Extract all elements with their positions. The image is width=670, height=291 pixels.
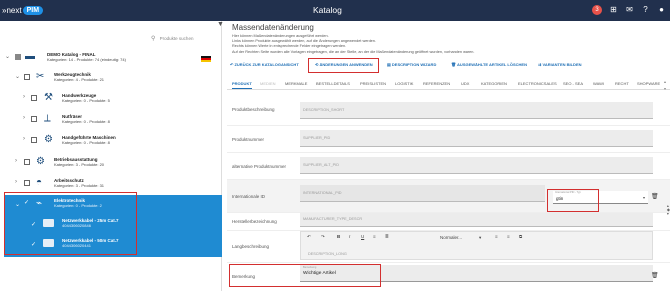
highlight-box: [308, 58, 379, 73]
chevron-right-icon[interactable]: ›: [23, 94, 25, 100]
manufacturer-input[interactable]: MANUFACTURER_TYPE_DESCR: [300, 213, 653, 227]
list-number-icon[interactable]: ≣: [385, 234, 389, 240]
tab-bestelldetails[interactable]: BESTELLDETAILS: [316, 81, 350, 86]
delete-selected-button[interactable]: 🗑 AUSGEWÄHLTE ARTIKEL LÖSCHEN: [451, 62, 527, 67]
long-description-editor[interactable]: ↶ ↷ B I U ≡ ≣ Normaler... ▾ ≡ ≡ ⧉ DESCRI…: [300, 231, 653, 260]
trash-icon[interactable]: 🗑: [651, 272, 659, 279]
tools-icon: ✂: [36, 71, 45, 82]
back-button[interactable]: ↶ ZURÜCK ZUR KATALOGANSICHT: [230, 62, 299, 67]
tab-referenzen[interactable]: REFERENZEN: [423, 81, 450, 86]
tab-bar: PRODUKT MEDIEN MERKMALE BESTELLDETAILS P…: [227, 80, 670, 90]
description-wizard-button[interactable]: ▤ DESCRIPTION WIZARD: [387, 62, 436, 67]
node-checkbox[interactable]: [31, 137, 37, 143]
user-icon[interactable]: ●: [657, 4, 666, 16]
highlight-box: [4, 192, 137, 255]
variants-button[interactable]: ⇉ VARIANTEN BILDEN: [538, 62, 582, 67]
field-row: Herstellerbezeichnung MANUFACTURER_TYPE_…: [227, 213, 670, 231]
node-checkbox[interactable]: [31, 95, 37, 101]
tab-seo-sea[interactable]: SEO - SEA: [563, 81, 583, 86]
chevron-down-icon[interactable]: ⌄: [5, 53, 10, 60]
help-icon[interactable]: ?: [641, 4, 650, 16]
mail-icon[interactable]: ✉: [625, 4, 634, 16]
action-bar: ↶ ZURÜCK ZUR KATALOGANSICHT ⟲ ÄNDERUNGEN…: [227, 62, 670, 71]
field-row: Internationale ID INTERNATIONAL_PID Inte…: [227, 180, 670, 213]
gears-icon: ⚙: [36, 156, 45, 167]
format-select[interactable]: Normaler...: [440, 235, 462, 240]
product-number-input[interactable]: SUPPLIER_PID: [300, 130, 653, 147]
field-row: Produktbeschreibung DESCRIPTION_SHORT: [227, 96, 670, 126]
list-bullet-icon[interactable]: ≡: [373, 234, 376, 239]
highlight-box: [547, 189, 599, 212]
drill-bit-icon: ⟂: [44, 113, 51, 124]
bold-icon[interactable]: B: [337, 234, 340, 239]
top-bar: »next PIM Katalog 3 ⊞ ✉ ? ●: [0, 0, 670, 21]
dropdown-arrow-icon: ▾: [479, 235, 482, 240]
underline-icon[interactable]: U: [361, 234, 364, 239]
align-icon[interactable]: ≡: [495, 234, 498, 239]
tab-wawi[interactable]: WAWI: [593, 81, 604, 86]
tab-medien[interactable]: MEDIEN: [260, 81, 276, 86]
info-text: Hier können Maßendatenänderungen ausgefü…: [232, 34, 475, 54]
node-checkbox[interactable]: [31, 116, 37, 122]
app-title: Katalog: [313, 5, 342, 15]
node-checkbox[interactable]: [24, 159, 30, 165]
product-search[interactable]: ⚲ Produkte suchen: [151, 35, 193, 42]
chevron-right-icon[interactable]: ›: [23, 115, 25, 121]
tab-logistik[interactable]: LOGISTIK: [395, 81, 413, 86]
undo-icon[interactable]: ↶: [307, 234, 311, 240]
mass-edit-panel: Massendatenänderung Hier können Maßendat…: [227, 21, 670, 291]
tab-kategorien[interactable]: KATEGORIEN: [481, 81, 507, 86]
german-flag-icon[interactable]: [201, 56, 211, 62]
catalog-tree-panel: ▼ ⚲ Produkte suchen ⌄ ▬ DEMO Katalog - F…: [0, 21, 224, 291]
dropdown-arrow-icon: ▾: [642, 195, 645, 200]
field-row: Produktnummer SUPPLIER_PID: [227, 126, 670, 153]
page-title: Massendatenänderung: [232, 23, 314, 32]
grid-icon[interactable]: ⊞: [609, 4, 618, 16]
notification-icon[interactable]: 3: [592, 5, 602, 15]
tab-merkmale[interactable]: MERKMALE: [285, 81, 307, 86]
tab-produkt[interactable]: PRODUKT: [232, 81, 252, 89]
catalog-icon: ▬: [25, 51, 35, 62]
tab-shopware[interactable]: SHOPWARE: [637, 81, 660, 86]
search-placeholder: Produkte suchen: [159, 36, 194, 41]
root-checkbox[interactable]: [15, 54, 21, 60]
tab-udx[interactable]: UDX: [461, 81, 469, 86]
tab-recht[interactable]: RECHT: [615, 81, 629, 86]
scroll-down-icon[interactable]: ▾: [664, 86, 668, 91]
node-checkbox[interactable]: [24, 74, 30, 80]
redo-icon[interactable]: ↷: [321, 234, 325, 240]
search-icon: ⚲: [151, 36, 156, 42]
highlight-box: [229, 264, 381, 287]
link-icon[interactable]: ⧉: [519, 234, 522, 239]
editor-toolbar: ↶ ↷ B I U ≡ ≣ Normaler... ▾ ≡ ≡ ⧉: [301, 232, 654, 242]
chevron-right-icon[interactable]: ›: [15, 179, 17, 185]
tab-electronicsales[interactable]: ELECTRONICSALES: [518, 81, 557, 86]
drill-icon: ⚙: [44, 134, 53, 145]
chevron-down-icon[interactable]: ⌄: [15, 73, 20, 80]
tab-preislisten[interactable]: PREISLISTEN: [360, 81, 386, 86]
italic-icon[interactable]: I: [349, 234, 350, 239]
align-center-icon[interactable]: ≡: [507, 234, 510, 239]
field-row: alternative Produktnummer SUPPLIER_ALT_P…: [227, 153, 670, 180]
helmet-icon: ◓: [36, 177, 43, 188]
product-description-input[interactable]: DESCRIPTION_SHORT: [300, 102, 653, 119]
alt-product-number-input[interactable]: SUPPLIER_ALT_PID: [300, 157, 653, 174]
hammer-icon: ⚒: [44, 92, 53, 103]
app-logo[interactable]: »next PIM: [2, 4, 44, 17]
chevron-right-icon[interactable]: ›: [23, 136, 25, 142]
trash-icon[interactable]: 🗑: [651, 193, 659, 200]
international-id-input[interactable]: INTERNATIONAL_PID: [300, 185, 545, 202]
node-checkbox[interactable]: [24, 180, 30, 186]
filter-icon[interactable]: ▼: [217, 21, 224, 28]
chevron-right-icon[interactable]: ›: [15, 158, 17, 164]
scroll-up-icon[interactable]: ▴: [664, 79, 668, 84]
